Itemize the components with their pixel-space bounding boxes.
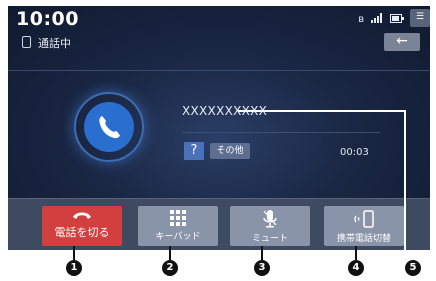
help-button[interactable]: ? [184, 142, 204, 160]
status-bar: 10:00 ʙ ☰ [8, 6, 430, 32]
callout-4: 4 [348, 260, 364, 276]
clock: 10:00 [16, 8, 79, 30]
head-unit-screen: 10:00 ʙ ☰ 通話中 ← XXXXXXXXXX ? その他 00:03 電… [8, 6, 430, 250]
callout-line-4 [355, 246, 357, 260]
signal-icon [371, 13, 383, 26]
hang-up-button[interactable]: 電話を切る [42, 206, 122, 246]
callout-1: 1 [66, 260, 82, 276]
other-button[interactable]: その他 [210, 143, 250, 159]
call-status-bar: 通話中 ← [8, 32, 430, 54]
hang-up-label: 電話を切る [54, 226, 110, 239]
keypad-icon [170, 210, 186, 226]
callout-3: 3 [254, 260, 270, 276]
menu-icon: ☰ [415, 12, 425, 22]
callout-line-5-vertical [404, 110, 406, 268]
call-status-text: 通話中 [38, 37, 71, 50]
keypad-label: キーパッド [155, 232, 201, 242]
callout-line-1 [73, 246, 75, 260]
call-duration: 00:03 [340, 147, 369, 158]
callout-5: 5 [405, 260, 421, 276]
keypad-button[interactable]: キーパッド [138, 206, 218, 246]
mute-button[interactable]: ミュート [230, 206, 310, 246]
microphone-icon [263, 210, 277, 228]
phone-switch-label: 携帯電話切替 [336, 234, 391, 244]
phone-status-icon [22, 36, 31, 48]
phone-handset-icon [99, 116, 120, 139]
avatar [84, 102, 134, 152]
back-button[interactable]: ← [384, 33, 420, 51]
status-icons: ʙ [358, 13, 404, 26]
back-arrow-icon: ← [396, 33, 408, 49]
divider [8, 70, 430, 71]
hang-up-icon [73, 212, 91, 219]
callout-line-3 [261, 246, 263, 260]
callout-2: 2 [162, 260, 178, 276]
callout-line-5-horizontal [238, 110, 404, 112]
mute-label: ミュート [251, 234, 288, 244]
phone-switch-button[interactable]: 携帯電話切替 [324, 206, 404, 246]
battery-icon [390, 13, 404, 26]
phone-switch-icon [354, 210, 374, 228]
bluetooth-icon: ʙ [358, 13, 364, 25]
menu-button[interactable]: ☰ [410, 9, 430, 27]
callout-line-2 [169, 246, 171, 260]
divider [182, 132, 380, 133]
